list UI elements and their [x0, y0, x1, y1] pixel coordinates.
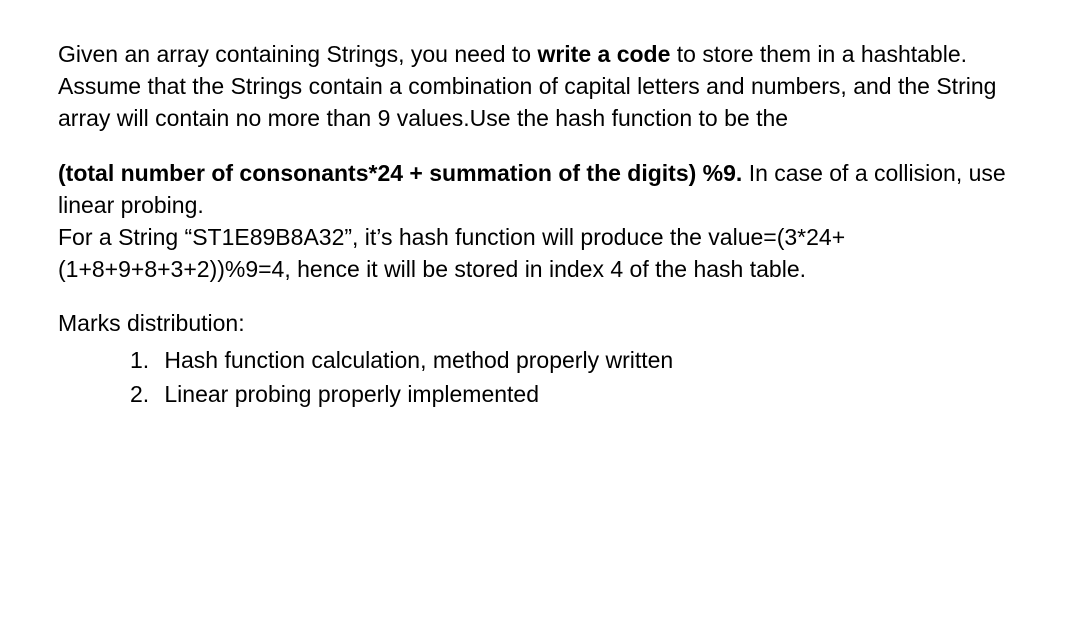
list-number: 2. — [130, 378, 158, 410]
marks-section: Marks distribution: 1. Hash function cal… — [58, 307, 1010, 410]
marks-header: Marks distribution: — [58, 307, 1010, 339]
paragraph-hash: (total number of consonants*24 + summati… — [58, 157, 1010, 286]
hash-example: For a String “ST1E89B8A32”, it’s hash fu… — [58, 224, 845, 282]
list-text: Linear probing properly implemented — [164, 381, 539, 407]
intro-bold: write a code — [537, 41, 670, 67]
hash-formula-bold: (total number of consonants*24 + summati… — [58, 160, 742, 186]
intro-prefix: Given an array containing Strings, you n… — [58, 41, 537, 67]
paragraph-intro: Given an array containing Strings, you n… — [58, 38, 1010, 135]
marks-list: 1. Hash function calculation, method pro… — [58, 344, 1010, 410]
list-number: 1. — [130, 344, 158, 376]
list-text: Hash function calculation, method proper… — [164, 347, 673, 373]
list-item: 1. Hash function calculation, method pro… — [130, 344, 1010, 376]
list-item: 2. Linear probing properly implemented — [130, 378, 1010, 410]
